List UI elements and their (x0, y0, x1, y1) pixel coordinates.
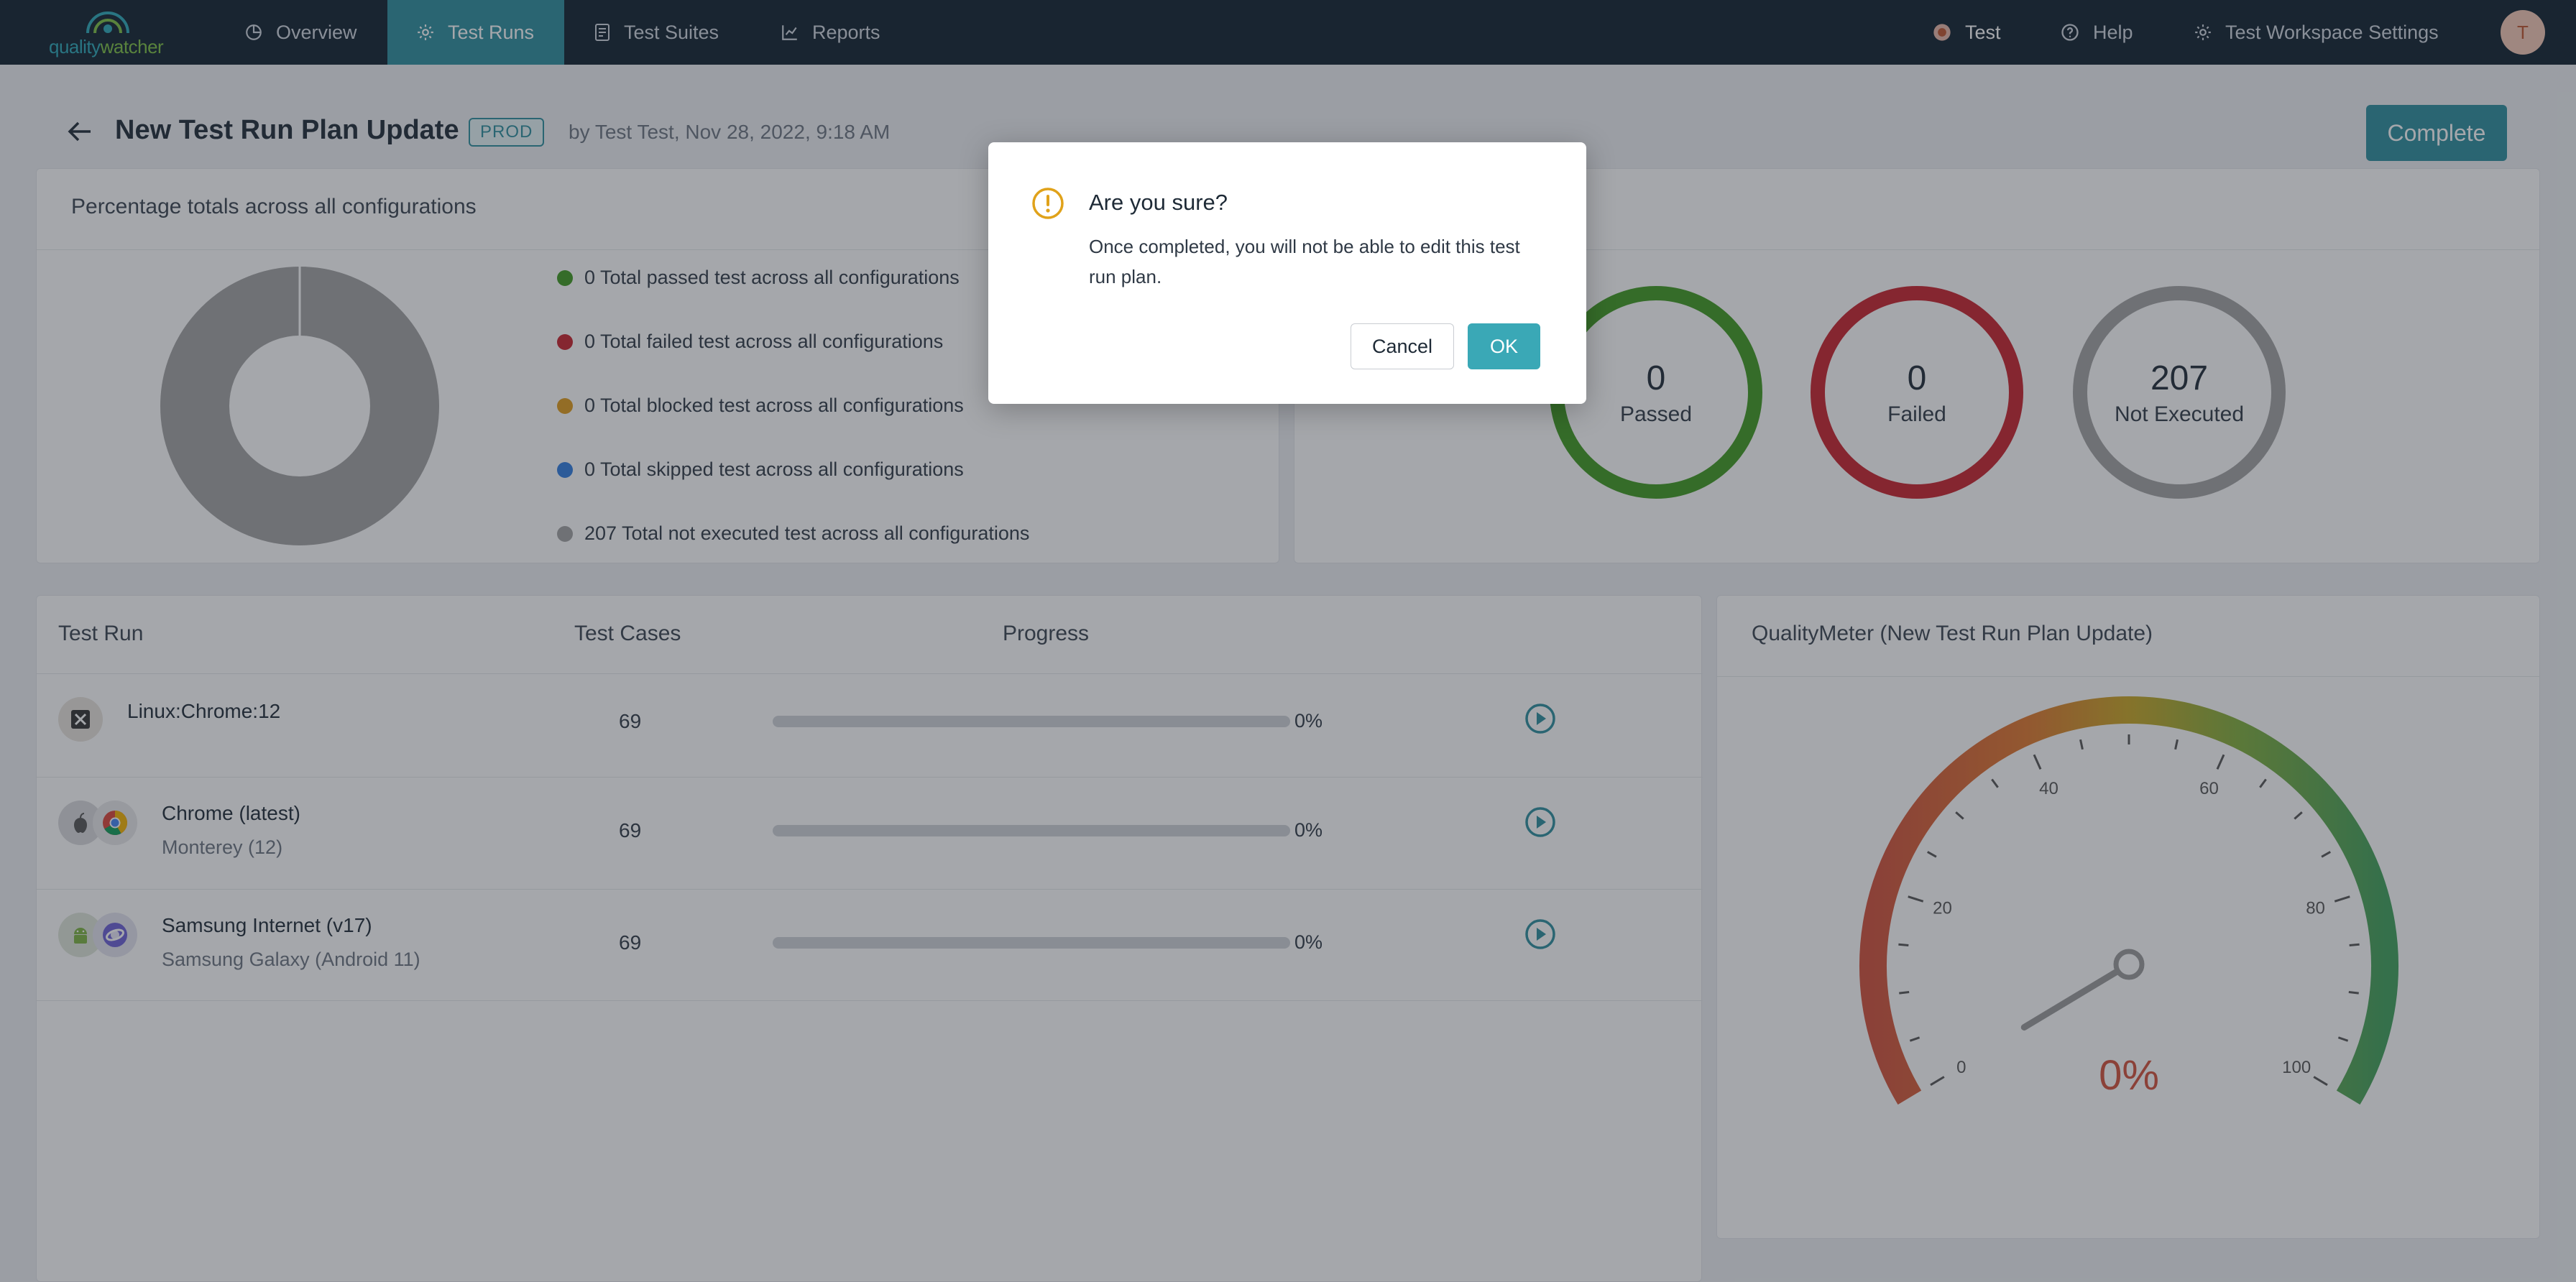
dialog-title: Are you sure? (1089, 190, 1228, 215)
ok-button[interactable]: OK (1468, 323, 1540, 369)
confirm-dialog: Are you sure? Once completed, you will n… (988, 142, 1586, 404)
cancel-button[interactable]: Cancel (1351, 323, 1454, 369)
warning-icon (1032, 188, 1064, 219)
dialog-message: Once completed, you will not be able to … (1089, 236, 1520, 287)
